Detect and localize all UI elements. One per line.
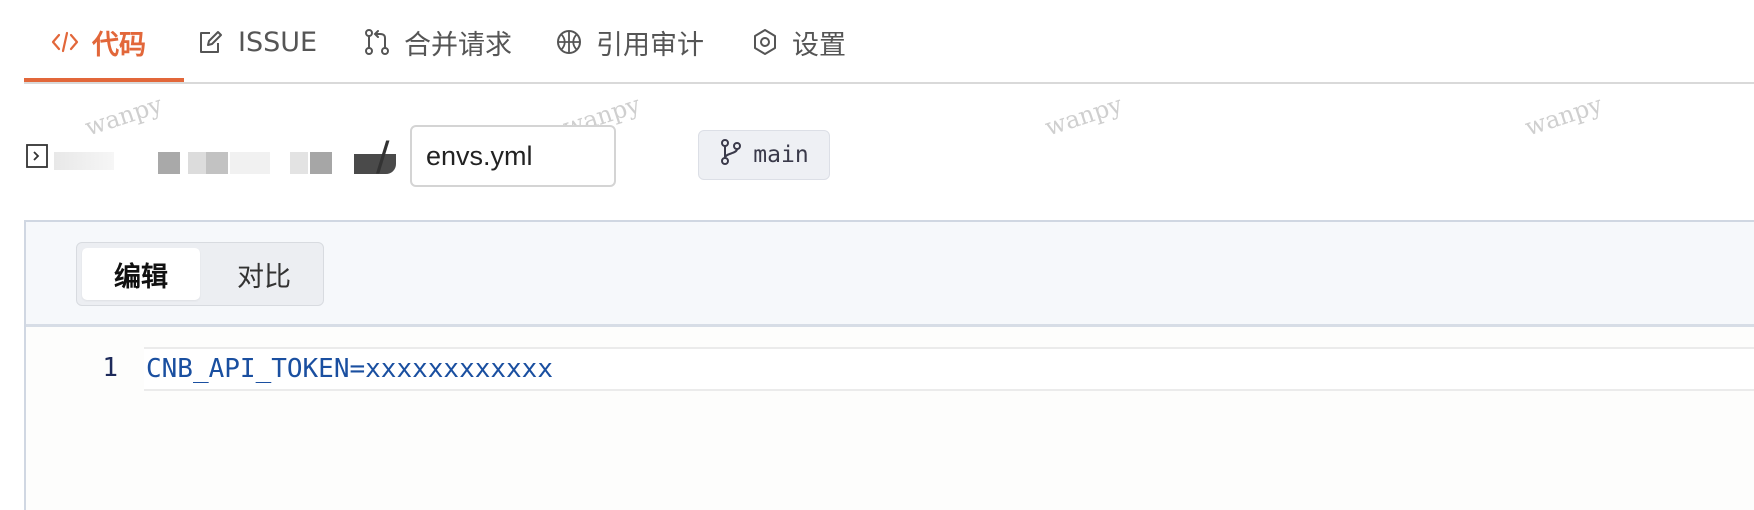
sidebar-toggle-icon[interactable]	[26, 144, 48, 168]
editor-toolbar: 编辑 对比	[26, 222, 1754, 327]
edit-mode-button[interactable]: 编辑	[82, 248, 200, 300]
tab-label: 设置	[792, 29, 846, 61]
tab-issue[interactable]: ISSUE	[196, 22, 317, 62]
git-branch-icon	[719, 138, 743, 172]
editor-mode-switch: 编辑 对比	[76, 242, 324, 306]
code-icon	[50, 27, 80, 57]
file-editor: 编辑 对比 1 CNB_API_TOKEN=xxxxxxxxxxxx	[24, 220, 1754, 510]
line-number: 1	[102, 353, 118, 383]
tab-label: 引用审计	[596, 29, 704, 61]
file-path-bar: / main	[24, 124, 1754, 188]
tab-label: ISSUE	[238, 26, 318, 58]
tab-label: 合并请求	[404, 29, 512, 61]
gear-icon	[750, 27, 780, 57]
pull-request-icon	[362, 27, 392, 57]
tab-code[interactable]: 代码	[50, 22, 146, 62]
tab-label: 代码	[92, 29, 146, 61]
diff-mode-button[interactable]: 对比	[205, 248, 323, 300]
branch-label: main	[753, 142, 809, 168]
tab-merge-requests[interactable]: 合并请求	[362, 22, 512, 62]
path-separator: /	[376, 134, 390, 180]
active-tab-indicator	[24, 78, 184, 82]
tab-reference-audit[interactable]: 引用审计	[554, 22, 704, 62]
redacted-repo-path	[54, 152, 396, 174]
basketball-icon	[554, 27, 584, 57]
edit-icon	[196, 27, 226, 57]
repo-tab-bar: 代码 ISSUE 合并请求 引用审计 设置	[24, 0, 1754, 84]
code-line[interactable]: CNB_API_TOKEN=xxxxxxxxxxxx	[144, 347, 1754, 391]
filename-input[interactable]	[410, 125, 616, 187]
code-area[interactable]: 1 CNB_API_TOKEN=xxxxxxxxxxxx	[26, 327, 1754, 510]
tab-settings[interactable]: 设置	[750, 22, 846, 62]
branch-selector-button[interactable]: main	[698, 130, 830, 180]
